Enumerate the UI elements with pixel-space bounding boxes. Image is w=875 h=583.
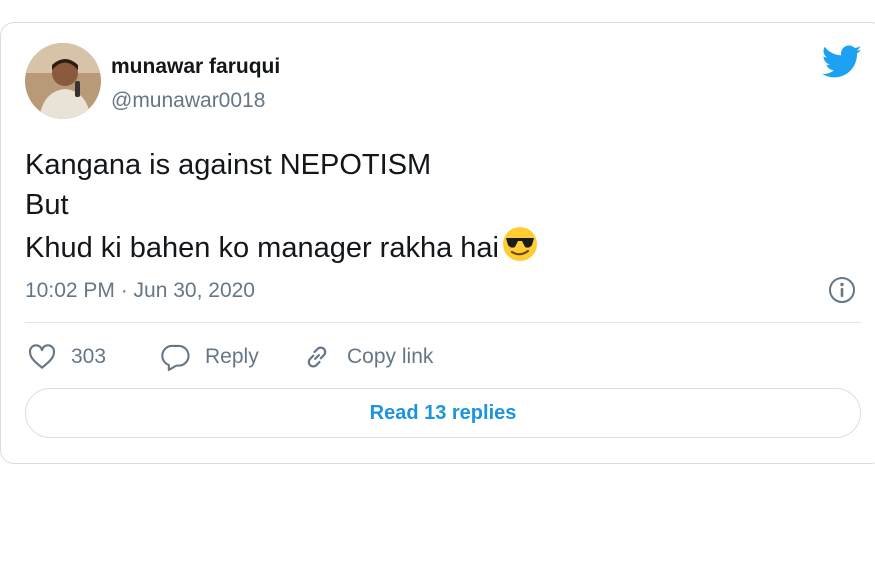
tweet-text-line: Khud ki bahen ko manager rakha hai [25, 232, 499, 264]
heart-icon [28, 344, 56, 369]
info-icon[interactable] [827, 275, 857, 305]
sunglasses-emoji [501, 225, 539, 274]
twitter-bird-icon[interactable] [822, 45, 862, 79]
reply-bubble-icon [161, 344, 190, 371]
read-replies-label: Read 13 replies [369, 401, 517, 424]
tweet-text: Kangana is against NEPOTISM But Khud ki … [25, 145, 539, 274]
copy-link-button[interactable]: Copy link [301, 337, 433, 377]
divider [25, 322, 861, 323]
reply-button[interactable]: Reply [159, 337, 259, 377]
tweet-text-line: Kangana is against NEPOTISM [25, 149, 432, 181]
author-handle[interactable]: @munawar0018 [111, 89, 265, 113]
author-name[interactable]: munawar faruqui [111, 55, 280, 79]
like-count: 303 [71, 345, 107, 368]
tweet-text-line-with-emoji: Khud ki bahen ko manager rakha hai [25, 225, 539, 274]
reply-label: Reply [205, 345, 259, 368]
read-replies-button[interactable]: Read 13 replies [25, 388, 861, 438]
tweet-timestamp[interactable]: 10:02 PM · Jun 30, 2020 [25, 279, 255, 303]
tweet-text-line: But [25, 189, 69, 221]
link-icon [307, 346, 327, 368]
like-button[interactable]: 303 [27, 337, 106, 377]
tweet-card: munawar faruqui @munawar0018 Kangana is … [0, 22, 875, 464]
copy-link-label: Copy link [347, 345, 434, 368]
avatar[interactable] [25, 43, 101, 119]
